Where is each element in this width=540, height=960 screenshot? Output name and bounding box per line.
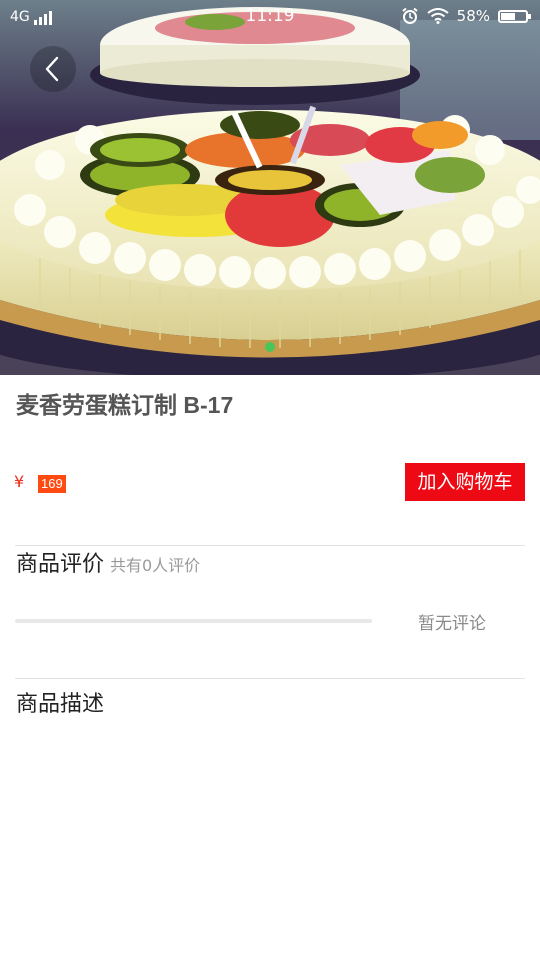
wifi-icon (427, 8, 449, 24)
carousel-indicator (0, 342, 540, 352)
add-to-cart-button[interactable]: 加入购物车 (405, 463, 525, 501)
price-value: 169 (38, 475, 66, 493)
rating-bar (15, 619, 372, 623)
review-count: 共有0人评价 (110, 556, 201, 575)
divider (15, 678, 525, 679)
product-title: 麦香劳蛋糕订制 B-17 (16, 392, 234, 418)
no-reviews-text: 暂无评论 (418, 614, 486, 634)
back-button[interactable] (30, 46, 76, 92)
alarm-icon (402, 7, 418, 24)
cake-photo (0, 0, 540, 375)
product-detail-screen: 4G 11:19 58% 麦香劳蛋糕订制 B-17 ¥ 169 加入购物车 商品… (0, 0, 540, 960)
price-currency: ¥ (14, 472, 25, 491)
battery-fill (501, 12, 515, 20)
product-image-carousel[interactable] (0, 0, 540, 375)
chevron-left-icon (45, 56, 59, 82)
carousel-dot-active (265, 342, 275, 352)
battery-percent: 58% (456, 7, 490, 25)
status-bar: 4G 11:19 58% (0, 0, 540, 34)
battery-icon (498, 9, 531, 23)
status-right-icons: 58% (401, 7, 531, 25)
reviews-heading: 商品评价 (16, 552, 105, 577)
description-heading: 商品描述 (16, 692, 105, 717)
